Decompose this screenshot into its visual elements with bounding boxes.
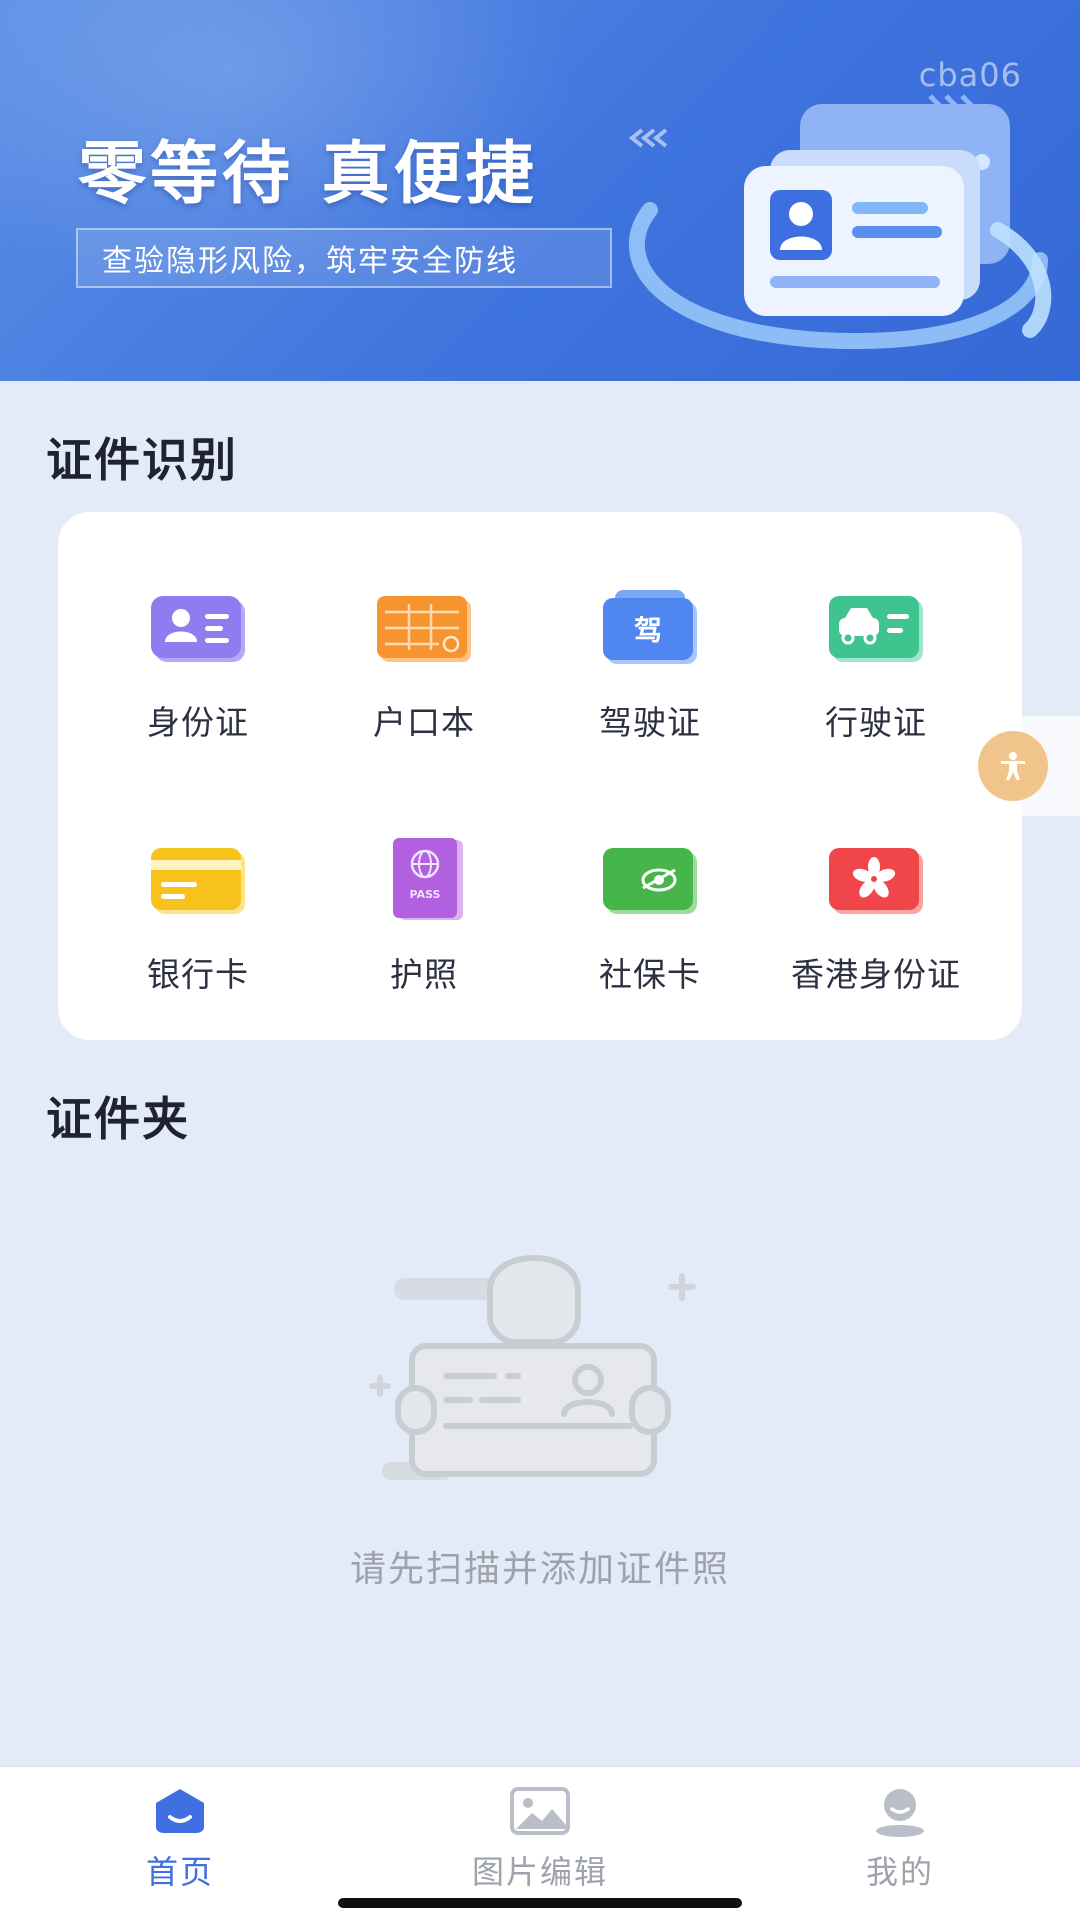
hero-banner[interactable]: 零等待 真便捷 查验隐形风险，筑牢安全防线 cba06	[0, 0, 1080, 381]
doc-label: 香港身份证	[791, 955, 961, 994]
driver-license-icon: 驾	[603, 590, 697, 664]
folder-section-title: 证件夹	[46, 1092, 190, 1146]
image-edit-icon	[510, 1787, 570, 1835]
id-cards-illustration	[628, 94, 1052, 349]
banner-tag: cba06	[918, 56, 1022, 94]
doc-label: 社保卡	[599, 955, 701, 994]
recognition-section-title: 证件识别	[46, 433, 238, 487]
accessibility-icon	[978, 731, 1048, 801]
home-indicator	[338, 1898, 742, 1908]
nav-label-image-edit: 图片编辑	[471, 1853, 608, 1891]
hk-id-card-icon	[829, 848, 923, 914]
social-security-card-icon	[603, 848, 697, 914]
bottom-nav: 首页 图片编辑 我的	[0, 1766, 1080, 1920]
nav-item-image-edit[interactable]: 图片编辑	[410, 1767, 670, 1897]
nav-item-home[interactable]: 首页	[50, 1767, 310, 1897]
banner-subtitle-box: 查验隐形风险，筑牢安全防线	[76, 228, 612, 288]
doc-label: 户口本	[373, 703, 475, 742]
household-register-icon	[377, 596, 471, 662]
doc-label: 护照	[390, 955, 458, 994]
profile-icon	[876, 1789, 924, 1837]
nav-label-home: 首页	[145, 1853, 214, 1891]
id-card-icon	[151, 596, 245, 662]
empty-folder-illustration	[369, 1254, 696, 1480]
passport-glyph: PASS	[410, 888, 441, 901]
doc-item-hk-id-card[interactable]: 香港身份证	[763, 800, 989, 1030]
nav-item-profile[interactable]: 我的	[770, 1767, 1030, 1897]
empty-folder-text: 请先扫描并添加证件照	[349, 1549, 730, 1590]
home-icon	[156, 1789, 204, 1833]
bank-card-icon	[151, 848, 245, 914]
doc-item-passport[interactable]: PASS 护照	[311, 800, 537, 1030]
vehicle-license-icon	[829, 596, 923, 662]
driver-license-glyph: 驾	[634, 614, 662, 647]
doc-item-driver-license[interactable]: 驾 驾驶证	[537, 548, 763, 778]
doc-label: 行驶证	[825, 703, 927, 742]
banner-subtitle: 查验隐形风险，筑牢安全防线	[102, 244, 518, 279]
doc-item-household-register[interactable]: 户口本	[311, 548, 537, 778]
doc-item-bank-card[interactable]: 银行卡	[85, 800, 311, 1030]
recognition-card: 身份证 户口本 驾 驾驶证 行驶证 银行卡 PASS 护照 社保卡 香港身份证	[58, 512, 1022, 1040]
doc-label: 驾驶证	[599, 703, 701, 742]
nav-label-profile: 我的	[865, 1853, 934, 1891]
passport-icon: PASS	[393, 838, 463, 920]
banner-title: 零等待 真便捷	[78, 135, 538, 214]
doc-item-vehicle-license[interactable]: 行驶证	[763, 548, 989, 778]
doc-label: 身份证	[147, 703, 249, 742]
accessibility-float-button[interactable]	[960, 716, 1080, 816]
doc-label: 银行卡	[147, 955, 249, 994]
doc-item-social-security-card[interactable]: 社保卡	[537, 800, 763, 1030]
doc-item-id-card[interactable]: 身份证	[85, 548, 311, 778]
